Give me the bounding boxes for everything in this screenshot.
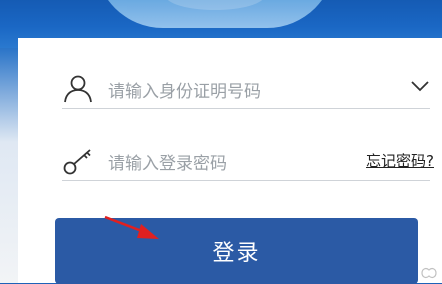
password-input[interactable]: 请输入登录密码	[108, 149, 227, 174]
red-arrow-icon	[104, 215, 159, 239]
id-number-input[interactable]: 请输入身份证明号码	[108, 77, 261, 102]
background-edge	[0, 48, 18, 283]
user-icon	[64, 75, 92, 103]
key-icon	[63, 149, 91, 175]
password-row: 请输入登录密码 忘记密码?	[62, 140, 434, 181]
chevron-down-icon[interactable]	[410, 78, 430, 94]
watermark-icon	[421, 267, 437, 279]
login-card: 请输入身份证明号码 请输入登录密码 忘记密码? 登录	[18, 38, 442, 284]
banner-graphic	[95, 0, 335, 28]
id-number-row: 请输入身份证明号码	[62, 68, 430, 109]
forgot-password-link[interactable]: 忘记密码?	[366, 150, 434, 171]
